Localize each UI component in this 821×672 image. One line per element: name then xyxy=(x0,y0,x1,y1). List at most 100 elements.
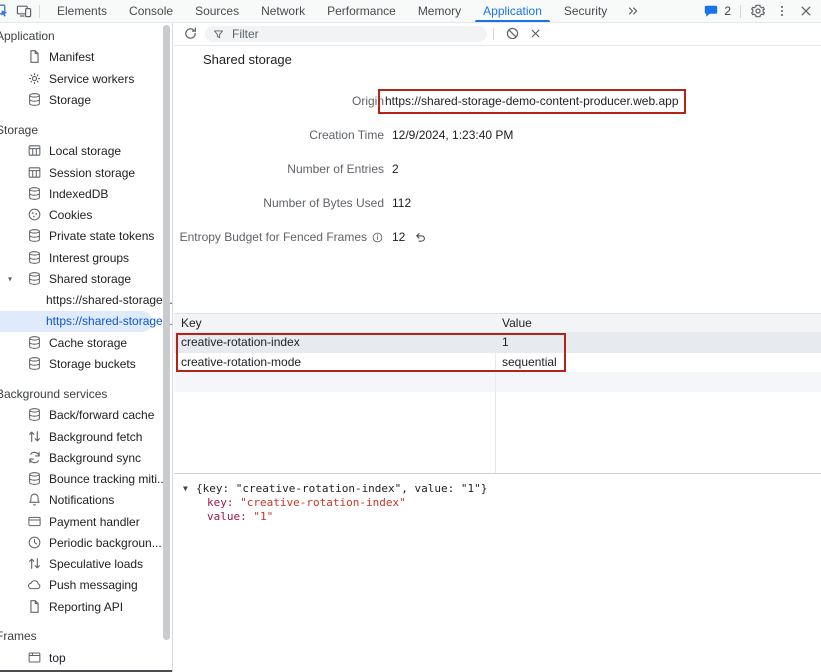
sidebar-item-periodic-backgroun[interactable]: Periodic backgroun... xyxy=(0,532,172,553)
messages-count: 2 xyxy=(724,4,731,18)
sidebar-item-label: Notifications xyxy=(49,493,114,507)
more-tabs-icon[interactable] xyxy=(618,0,648,22)
cloud-icon xyxy=(27,577,43,593)
sidebar-item-manifest[interactable]: Manifest xyxy=(0,47,172,68)
sidebar-item-label: Periodic backgroun... xyxy=(49,536,162,550)
tab-memory[interactable]: Memory xyxy=(407,0,472,22)
sidebar-item-private-state-tokens[interactable]: Private state tokens xyxy=(0,226,172,247)
sidebar-item-session-storage[interactable]: Session storage xyxy=(0,162,172,183)
sidebar-item-shared-storage[interactable]: ▾ Shared storage xyxy=(0,268,172,289)
grid-header: KeyValue xyxy=(174,314,821,333)
tab-application[interactable]: Application xyxy=(472,0,553,22)
filter-input[interactable] xyxy=(230,26,487,42)
meta-label-text: Number of Entries xyxy=(287,159,384,180)
sidebar-item-https-shared-storage[interactable]: https://shared-storage... xyxy=(0,311,152,332)
preview-summary-text: {key: "creative-rotation-index", value: … xyxy=(196,482,487,495)
refresh-icon[interactable] xyxy=(183,26,198,41)
tabbar-divider xyxy=(740,5,741,18)
property-value: "creative-rotation-index" xyxy=(240,496,406,509)
clear-all-icon[interactable] xyxy=(505,26,520,41)
meta-value: https://shared-storage-demo-content-prod… xyxy=(378,89,686,114)
sidebar-item-storage-buckets[interactable]: Storage buckets xyxy=(0,353,172,374)
sidebar-item-payment-handler[interactable]: Payment handler xyxy=(0,511,172,532)
reset-budget-icon[interactable] xyxy=(414,231,427,244)
tab-security[interactable]: Security xyxy=(553,0,618,22)
sidebar-item-background-sync[interactable]: Background sync xyxy=(0,447,172,468)
grid-row-creative-rotation-index[interactable]: creative-rotation-index1 xyxy=(174,333,821,353)
tab-network[interactable]: Network xyxy=(250,0,316,22)
sidebar-item-label: Back/forward cache xyxy=(49,408,154,422)
tabbar-divider xyxy=(39,5,40,18)
sidebar-item-speculative-loads[interactable]: Speculative loads xyxy=(0,554,172,575)
sidebar-item-label: Local storage xyxy=(49,144,121,158)
document-icon xyxy=(27,599,43,615)
sidebar-item-label: IndexedDB xyxy=(49,187,108,201)
sidebar-item-background-fetch[interactable]: Background fetch xyxy=(0,426,172,447)
collapse-triangle-icon[interactable]: ▼ xyxy=(183,482,188,496)
settings-gear-icon[interactable] xyxy=(750,3,766,19)
grid-column-divider[interactable] xyxy=(495,333,496,474)
sidebar-item-bounce-tracking-miti[interactable]: Bounce tracking miti... xyxy=(0,469,172,490)
sidebar-item-back-forward-cache[interactable]: Back/forward cache xyxy=(0,405,172,426)
sync-icon xyxy=(27,450,43,466)
filter-box[interactable] xyxy=(205,26,487,42)
tab-elements[interactable]: Elements xyxy=(46,0,118,22)
cookie-icon xyxy=(27,207,43,223)
sidebar-item-cookies[interactable]: Cookies xyxy=(0,205,172,226)
arrows-up-down-icon xyxy=(27,556,43,572)
meta-value: 12/9/2024, 1:23:40 PM xyxy=(392,125,513,146)
sidebar-item-label: Private state tokens xyxy=(49,229,154,243)
sidebar-item-cache-storage[interactable]: Cache storage xyxy=(0,332,172,353)
database-icon xyxy=(27,250,43,266)
grid-row-creative-rotation-mode[interactable]: creative-rotation-modesequential xyxy=(174,353,821,373)
sidebar-scrollbar[interactable] xyxy=(163,25,170,640)
tab-performance[interactable]: Performance xyxy=(316,0,407,22)
sidebar-item-https-shared-storage[interactable]: https://shared-storage... xyxy=(0,290,172,311)
sidebar-item-notifications[interactable]: Notifications xyxy=(0,490,172,511)
sidebar-item-local-storage[interactable]: Local storage xyxy=(0,141,172,162)
sidebar-item-reporting-api[interactable]: Reporting API xyxy=(0,596,172,617)
close-devtools-icon[interactable] xyxy=(798,3,814,19)
grid-column-header-value[interactable]: Value xyxy=(495,314,532,332)
database-icon xyxy=(27,92,43,108)
sidebar-section-application: ApplicationManifestService workersStorag… xyxy=(0,26,172,111)
sidebar-item-label: Storage buckets xyxy=(49,357,136,371)
delete-icon[interactable] xyxy=(528,26,543,41)
sidebar-section-frames: Framestop xyxy=(0,626,172,669)
kebab-menu-icon[interactable] xyxy=(775,4,789,18)
sidebar-item-label: Shared storage xyxy=(49,272,131,286)
sidebar-item-label: Speculative loads xyxy=(49,557,143,571)
sidebar-item-interest-groups[interactable]: Interest groups xyxy=(0,247,172,268)
sidebar-item-top[interactable]: top xyxy=(0,648,172,669)
sidebar-item-storage[interactable]: Storage xyxy=(0,89,172,110)
table-icon xyxy=(27,165,43,181)
tab-console[interactable]: Console xyxy=(118,0,184,22)
meta-row-origin: Originhttps://shared-storage-demo-conten… xyxy=(174,91,686,112)
tab-sources[interactable]: Sources xyxy=(184,0,250,22)
meta-value: 12 xyxy=(392,227,405,248)
expander-triangle-icon[interactable]: ▾ xyxy=(8,274,12,283)
card-icon xyxy=(27,514,43,530)
meta-label: Entropy Budget for Fenced Frames xyxy=(174,227,384,248)
messages-bubble-icon[interactable] xyxy=(703,3,719,19)
meta-label: Origin xyxy=(174,91,384,112)
preview-property-key: key: "creative-rotation-index" xyxy=(174,496,821,510)
sidebar-item-service-workers[interactable]: Service workers xyxy=(0,68,172,89)
tab-list: ElementsConsoleSourcesNetworkPerformance… xyxy=(46,0,618,22)
device-toolbar-icon[interactable] xyxy=(16,3,32,19)
meta-value: 2 xyxy=(392,159,399,180)
meta-row-creation-time: Creation Time 12/9/2024, 1:23:40 PM xyxy=(174,125,513,146)
property-value: "1" xyxy=(253,510,273,523)
inspect-element-icon[interactable] xyxy=(0,3,9,19)
meta-label-text: Creation Time xyxy=(309,125,384,146)
panel-toolbar xyxy=(174,23,821,46)
database-icon xyxy=(27,335,43,351)
sidebar-item-indexeddb[interactable]: IndexedDB xyxy=(0,183,172,204)
tabbar-right-controls: 2 xyxy=(703,0,821,22)
toolbar-divider xyxy=(493,28,494,40)
sidebar-item-push-messaging[interactable]: Push messaging xyxy=(0,575,172,596)
meta-label-text: Entropy Budget for Fenced Frames xyxy=(180,227,367,248)
frame-icon xyxy=(27,650,43,666)
info-icon xyxy=(371,231,384,244)
grid-column-header-key[interactable]: Key xyxy=(174,314,495,332)
